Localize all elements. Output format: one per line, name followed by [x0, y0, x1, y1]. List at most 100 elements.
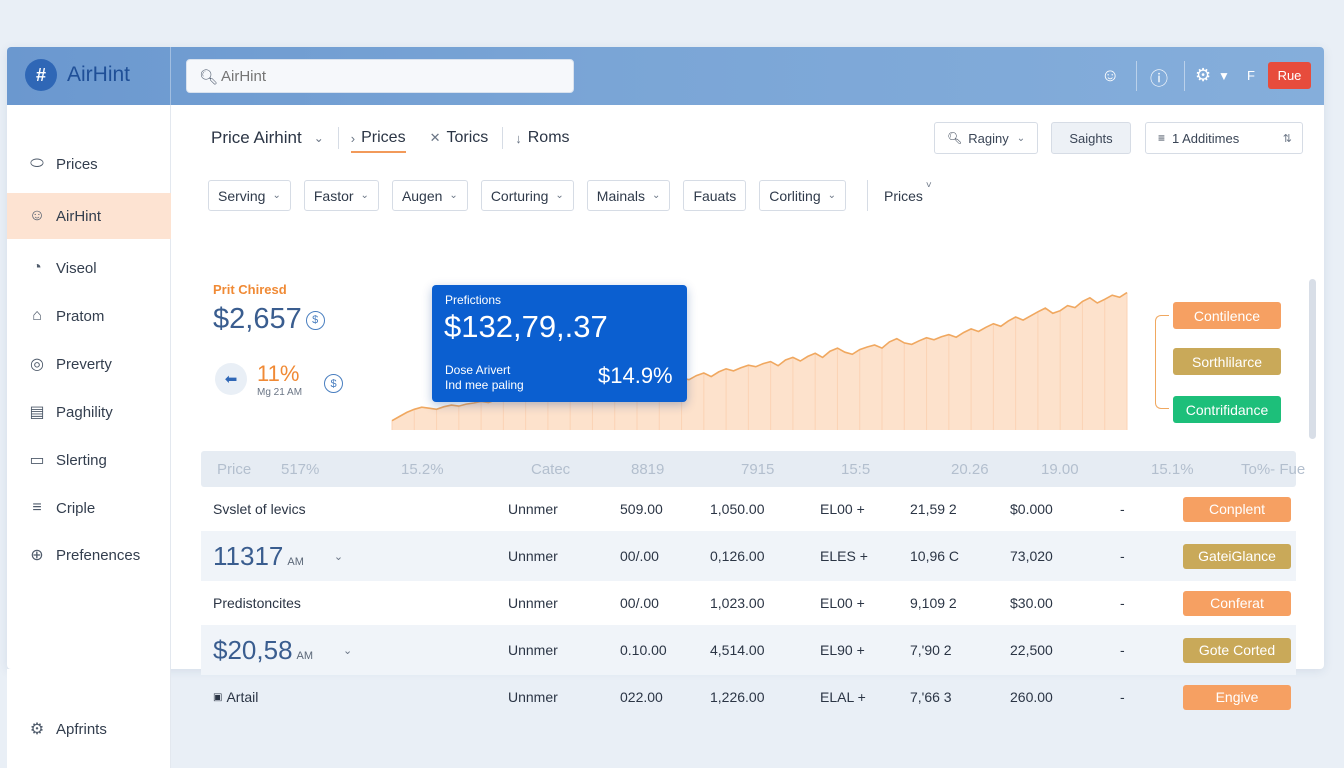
table-cell: 00/.00	[620, 595, 659, 611]
sidebar-item-apfrints[interactable]: ⚙ Apfrints	[7, 706, 171, 752]
list-icon: ≡	[32, 499, 42, 516]
table-row[interactable]: 11317 AM ⌄ Unnmer 00/.00 0,126.00 ELES + 10,96 …	[201, 531, 1296, 581]
filter-serving[interactable]: Serving ⌄	[208, 180, 291, 211]
column-header[interactable]: 15.1%	[1151, 461, 1241, 478]
filter-corturing[interactable]: Corturing ⌄	[480, 180, 574, 211]
chevron-down-icon: ⌄	[652, 190, 661, 201]
sidebar-item-label: Apfrints	[56, 720, 107, 738]
tab-label: Prices	[361, 129, 406, 146]
column-header[interactable]: 7915	[741, 461, 841, 478]
column-header[interactable]: 517%	[281, 461, 401, 478]
column-header[interactable]: Catec	[531, 461, 631, 478]
column-header[interactable]: 15.2%	[401, 461, 531, 478]
status-badge[interactable]: GateiGlance	[1183, 543, 1291, 569]
column-header[interactable]: To%- Fue	[1241, 461, 1344, 478]
filter-label: Serving	[218, 187, 266, 204]
filter-label: Corturing	[490, 187, 549, 204]
sidebar-item-preferences[interactable]: ⊕ Prefenences	[7, 532, 171, 578]
sidebar-item-slerting[interactable]: ▭ Slerting	[7, 437, 171, 483]
main-content: Price Airhint ⌄ › Prices ✕ Torics ↓ Roms…	[187, 105, 1307, 710]
column-header[interactable]: 20.26	[951, 461, 1041, 478]
table-cell: Unnmer	[508, 595, 558, 611]
filter-fastor[interactable]: Fastor ⌄	[303, 180, 379, 211]
table-row[interactable]: Svslet of levics Unnmer 509.00 1,050.00 EL00…	[201, 487, 1296, 531]
table-cell: $0.000	[1010, 501, 1053, 517]
legend-confidence[interactable]: Contilence	[1173, 302, 1281, 329]
table-row[interactable]: $20,58 AM ⌄ Unnmer 0.10.00 4,514.00 EL90 + 7,'9…	[201, 625, 1296, 675]
logo-text: AirHint	[67, 63, 131, 86]
tab-torics[interactable]: ✕ Torics	[430, 129, 489, 147]
legend-similarity[interactable]: Sorthlilarce	[1173, 348, 1281, 375]
table-cell: 1,023.00	[710, 595, 765, 611]
column-header[interactable]: Price	[201, 461, 281, 478]
table-cell: 260.00	[1010, 689, 1053, 705]
table-cell: 509.00	[620, 501, 663, 517]
filter-corliting[interactable]: Corliting ⌄	[759, 180, 846, 211]
search-box[interactable]: 🔍︎	[186, 59, 574, 93]
region-dropdown[interactable]: 🔍︎ Raginy ⌄	[934, 122, 1038, 154]
calendar-icon: ▤	[29, 404, 45, 421]
status-badge[interactable]: Conplent	[1183, 496, 1291, 522]
row-name-suffix: AM	[287, 555, 304, 568]
chevron-down-icon: ⌄	[449, 190, 458, 201]
tab-prices[interactable]: › Prices	[350, 129, 406, 153]
table-row[interactable]: Predistoncites Unnmer 00/.00 1,023.00 EL00 +…	[201, 581, 1296, 625]
table-row[interactable]: ▣ Artail Unnmer 022.00 1,226.00 ELAL +7,'66 3…	[201, 675, 1296, 719]
topbar-divider	[1184, 61, 1185, 91]
table-cell: 21,59 2	[910, 501, 957, 517]
logo-icon: #	[25, 59, 57, 91]
table-cell: -	[1120, 501, 1125, 517]
insights-button[interactable]: Saights	[1051, 122, 1131, 154]
chevron-down-icon: ˅	[925, 180, 932, 191]
table-cell: 00/.00	[620, 548, 659, 564]
status-badge[interactable]: Engive	[1183, 684, 1291, 710]
user-icon[interactable]: ☺	[1101, 65, 1119, 86]
column-header[interactable]: 19.00	[1041, 461, 1151, 478]
row-name-suffix: AM	[296, 649, 314, 662]
sidebar: ⬭ Prices ☺ AirHint ◔ Viseol ⌂ Pratom ◎ Preverty ▤ P…	[7, 105, 171, 669]
column-header[interactable]: 15:5	[841, 461, 951, 478]
legend-confidence-alt[interactable]: Contrifidance	[1173, 396, 1281, 423]
table-cell: 7,'90 2	[910, 642, 952, 658]
status-badge[interactable]: Conferat	[1183, 590, 1291, 616]
row-name-text: $20,58	[213, 634, 293, 665]
sidebar-item-pratom[interactable]: ⌂ Pratom	[7, 293, 171, 339]
sidebar-item-preverty[interactable]: ◎ Preverty	[7, 341, 171, 387]
table-cell: 0.10.00	[620, 642, 667, 658]
sidebar-item-airhint[interactable]: ☺ AirHint	[7, 193, 171, 239]
chevron-down-icon: ⌄	[1016, 132, 1026, 144]
page-title: Price Airhint	[211, 128, 302, 147]
table-cell: Unnmer	[508, 689, 558, 705]
filter-mainals[interactable]: Mainals ⌄	[586, 180, 671, 211]
sidebar-item-paghility[interactable]: ▤ Paghility	[7, 389, 171, 435]
table-body: Svslet of levics Unnmer 509.00 1,050.00 EL00…	[201, 487, 1296, 719]
insights-label: Saights	[1069, 130, 1113, 146]
logo[interactable]: # AirHint	[7, 47, 171, 105]
topbar-action-button[interactable]: Rue	[1268, 62, 1311, 89]
info-icon[interactable]: ⓘ	[1150, 65, 1168, 91]
row-name: 11317 AM ⌄	[201, 541, 508, 572]
dollar-icon: $	[324, 374, 343, 393]
notification-icon[interactable]: ⚙	[1195, 65, 1211, 86]
tab-roms[interactable]: ↓ Roms	[515, 129, 569, 147]
search-input[interactable]	[221, 66, 561, 86]
filter-prices[interactable]: Prices	[867, 180, 923, 211]
chevron-down-icon[interactable]: ⌄	[334, 550, 343, 563]
chevron-right-icon: ›	[350, 130, 356, 146]
chevron-down-icon[interactable]: ▼	[1218, 69, 1230, 83]
scrollbar[interactable]	[1309, 279, 1316, 439]
filter-bar: Serving ⌄ Fastor ⌄ Augen ⌄ Corturing ⌄ Mainals ⌄ F…	[208, 180, 932, 211]
chevron-down-icon[interactable]: ⌄	[343, 644, 352, 657]
table-cell: 9,109 2	[910, 595, 957, 611]
chevron-down-icon[interactable]: ⌄	[314, 131, 324, 145]
column-header[interactable]: 8819	[631, 461, 741, 478]
additions-select[interactable]: ≡ 1 Additimes ⇅	[1145, 122, 1303, 154]
status-badge[interactable]: Gote Corted	[1183, 637, 1291, 663]
filter-augen[interactable]: Augen ⌄	[391, 180, 468, 211]
arrow-left-icon[interactable]: ⬅	[215, 363, 247, 395]
sidebar-item-viseol[interactable]: ◔ Viseol	[7, 245, 171, 291]
home-icon: ⌂	[32, 307, 42, 324]
filter-fauats[interactable]: Fauats	[683, 180, 747, 211]
sidebar-item-prices[interactable]: ⬭ Prices	[7, 141, 171, 187]
sidebar-item-criple[interactable]: ≡ Criple	[7, 485, 171, 531]
